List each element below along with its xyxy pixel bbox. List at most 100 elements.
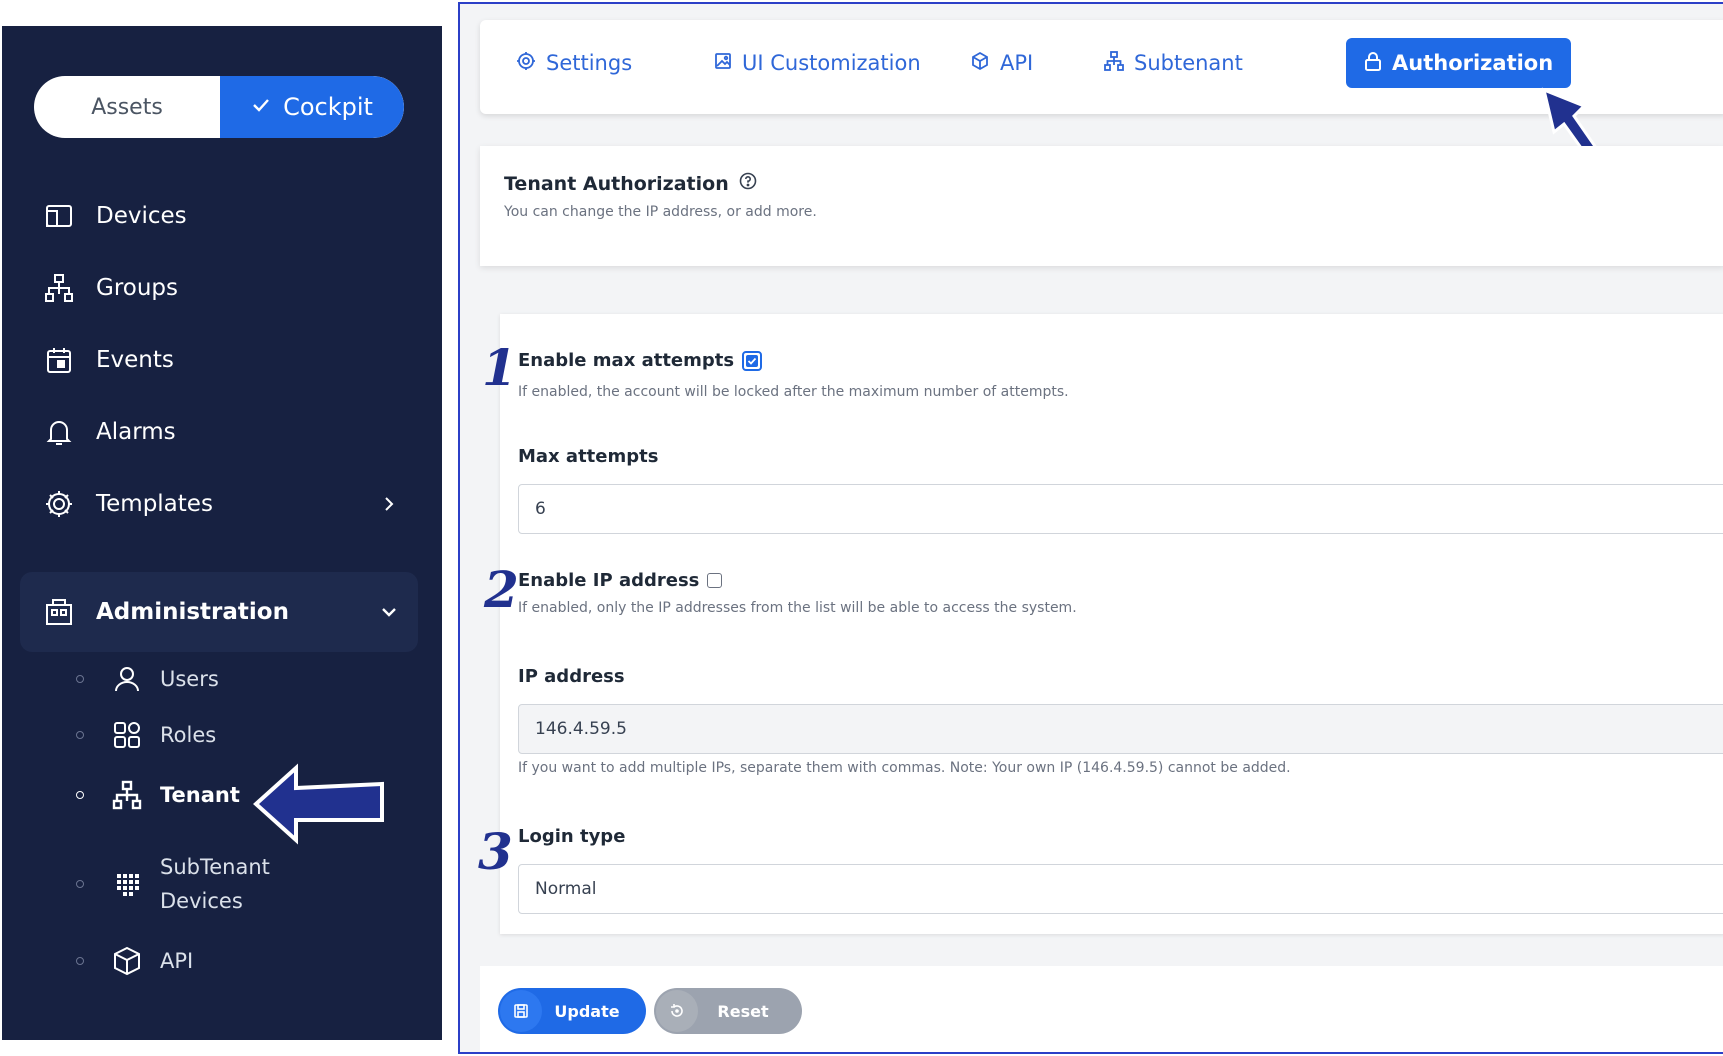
admin-icon [42, 595, 76, 629]
lock-icon [1364, 51, 1382, 76]
input-value: 6 [535, 499, 546, 519]
sidebar-item-templates[interactable]: Templates [42, 484, 422, 524]
sidebar-item-label: Events [96, 347, 174, 373]
tab-authorization[interactable]: Authorization [1346, 38, 1572, 88]
groups-icon [42, 271, 76, 305]
tenant-icon [1104, 50, 1124, 76]
calendar-icon [42, 343, 76, 377]
assets-cockpit-switch[interactable]: Assets Cockpit [34, 76, 404, 138]
button-label: Reset [717, 1001, 769, 1021]
button-label: Update [554, 1001, 620, 1021]
sidebar-subitem-label: Roles [160, 723, 217, 747]
sidebar-item-label: Templates [96, 491, 213, 517]
main-panel: Settings UI Customization API Subtenant … [458, 2, 1723, 1054]
tab-label: Authorization [1392, 51, 1554, 75]
bullet-dot [76, 791, 84, 799]
sidebar-item-events[interactable]: Events [42, 340, 174, 380]
max-attempts-label: Max attempts [518, 446, 658, 467]
annotation-arrow-left [253, 763, 384, 845]
tab-label: Settings [546, 51, 633, 75]
field-label: Login type [518, 826, 626, 847]
sidebar-item-devices[interactable]: Devices [42, 196, 187, 236]
chevron-down-icon [375, 598, 403, 626]
gear-icon [516, 51, 536, 76]
tab-ui-customization[interactable]: UI Customization [714, 38, 921, 88]
sidebar-subitem-tenant[interactable]: Tenant [76, 778, 240, 812]
sidebar: Assets Cockpit Devices Groups Events Ala… [2, 26, 442, 1040]
sidebar-subitem-label-wrap: SubTenant Devices [160, 850, 270, 918]
bullet-dot [76, 957, 84, 965]
cube-icon [970, 51, 990, 76]
input-value: 146.4.59.5 [535, 719, 627, 739]
sidebar-subitem-label: API [160, 949, 194, 973]
sidebar-item-alarms[interactable]: Alarms [42, 412, 176, 452]
field-label: Enable max attempts [518, 350, 735, 371]
update-button[interactable]: Update [498, 988, 646, 1034]
enable-ip-address-checkbox[interactable] [707, 573, 723, 588]
login-type-select[interactable]: Normal [518, 864, 1723, 914]
tenant-authorization-header: Tenant Authorization You can change the … [480, 146, 1723, 266]
tab-label: UI Customization [742, 51, 921, 75]
reset-button[interactable]: Reset [654, 988, 802, 1034]
sidebar-item-administration[interactable]: Administration [42, 592, 422, 632]
bullet-dot [76, 731, 84, 739]
ip-address-input[interactable]: 146.4.59.5 [518, 704, 1723, 754]
sidebar-subitem-label: Devices [160, 889, 243, 913]
tab-label: API [1000, 51, 1034, 75]
user-icon [110, 662, 144, 696]
cube-icon [110, 944, 144, 978]
image-icon [714, 51, 732, 75]
bullet-dot [76, 880, 84, 888]
annotation-number-2: 2 [484, 560, 519, 619]
gear-icon [42, 487, 76, 521]
chevron-right-icon [375, 490, 403, 518]
assets-toggle[interactable]: Assets [34, 76, 220, 138]
authorization-form: Enable max attempts If enabled, the acco… [500, 314, 1723, 934]
enable-max-attempts-label: Enable max attempts [518, 350, 763, 371]
save-icon [500, 990, 542, 1032]
field-label: IP address [518, 666, 625, 687]
field-help: If you want to add multiple IPs, separat… [518, 760, 1291, 776]
sidebar-subitem-label: Users [160, 667, 219, 691]
tab-settings[interactable]: Settings [516, 38, 632, 88]
tenant-icon [110, 778, 144, 812]
bullet-dot [76, 675, 84, 683]
field-label: Max attempts [518, 446, 659, 467]
sidebar-subitem-label: SubTenant [160, 855, 270, 879]
roles-icon [110, 718, 144, 752]
tab-subtenant[interactable]: Subtenant [1104, 38, 1243, 88]
field-help: If enabled, only the IP addresses from t… [518, 600, 1077, 616]
action-bar: Update Reset [480, 966, 1723, 1052]
cockpit-toggle[interactable]: Cockpit [220, 76, 404, 138]
bell-icon [42, 415, 76, 449]
sidebar-subitem-users[interactable]: Users [76, 662, 219, 696]
select-value: Normal [535, 879, 597, 899]
sidebar-item-groups[interactable]: Groups [42, 268, 178, 308]
sidebar-item-label: Groups [96, 275, 179, 301]
sidebar-subitem-subtenant-devices[interactable]: SubTenant Devices [76, 850, 270, 918]
section-title-text: Tenant Authorization [504, 172, 729, 195]
sidebar-subitem-api[interactable]: API [76, 944, 193, 978]
enable-ip-address-label: Enable IP address [518, 570, 723, 591]
tab-label: Subtenant [1134, 51, 1243, 75]
sidebar-item-label: Devices [96, 203, 187, 229]
tab-api[interactable]: API [970, 38, 1033, 88]
cockpit-label: Cockpit [283, 93, 373, 121]
max-attempts-input[interactable]: 6 [518, 484, 1723, 534]
help-circle-icon[interactable] [739, 172, 757, 195]
field-help: If enabled, the account will be locked a… [518, 384, 1069, 400]
sidebar-subitem-roles[interactable]: Roles [76, 718, 216, 752]
sidebar-item-label: Alarms [96, 419, 176, 445]
login-type-label: Login type [518, 826, 625, 847]
section-description: You can change the IP address, or add mo… [504, 204, 817, 220]
assets-label: Assets [91, 94, 163, 120]
tab-bar: Settings UI Customization API Subtenant … [480, 20, 1723, 114]
reset-icon [656, 990, 698, 1032]
annotation-number-1: 1 [482, 338, 517, 397]
field-label: Enable IP address [518, 570, 700, 591]
ip-address-label: IP address [518, 666, 625, 687]
enable-max-attempts-checkbox[interactable] [742, 350, 763, 371]
sidebar-item-label: Administration [96, 599, 289, 625]
section-title: Tenant Authorization [504, 172, 757, 195]
devices-icon [42, 199, 76, 233]
